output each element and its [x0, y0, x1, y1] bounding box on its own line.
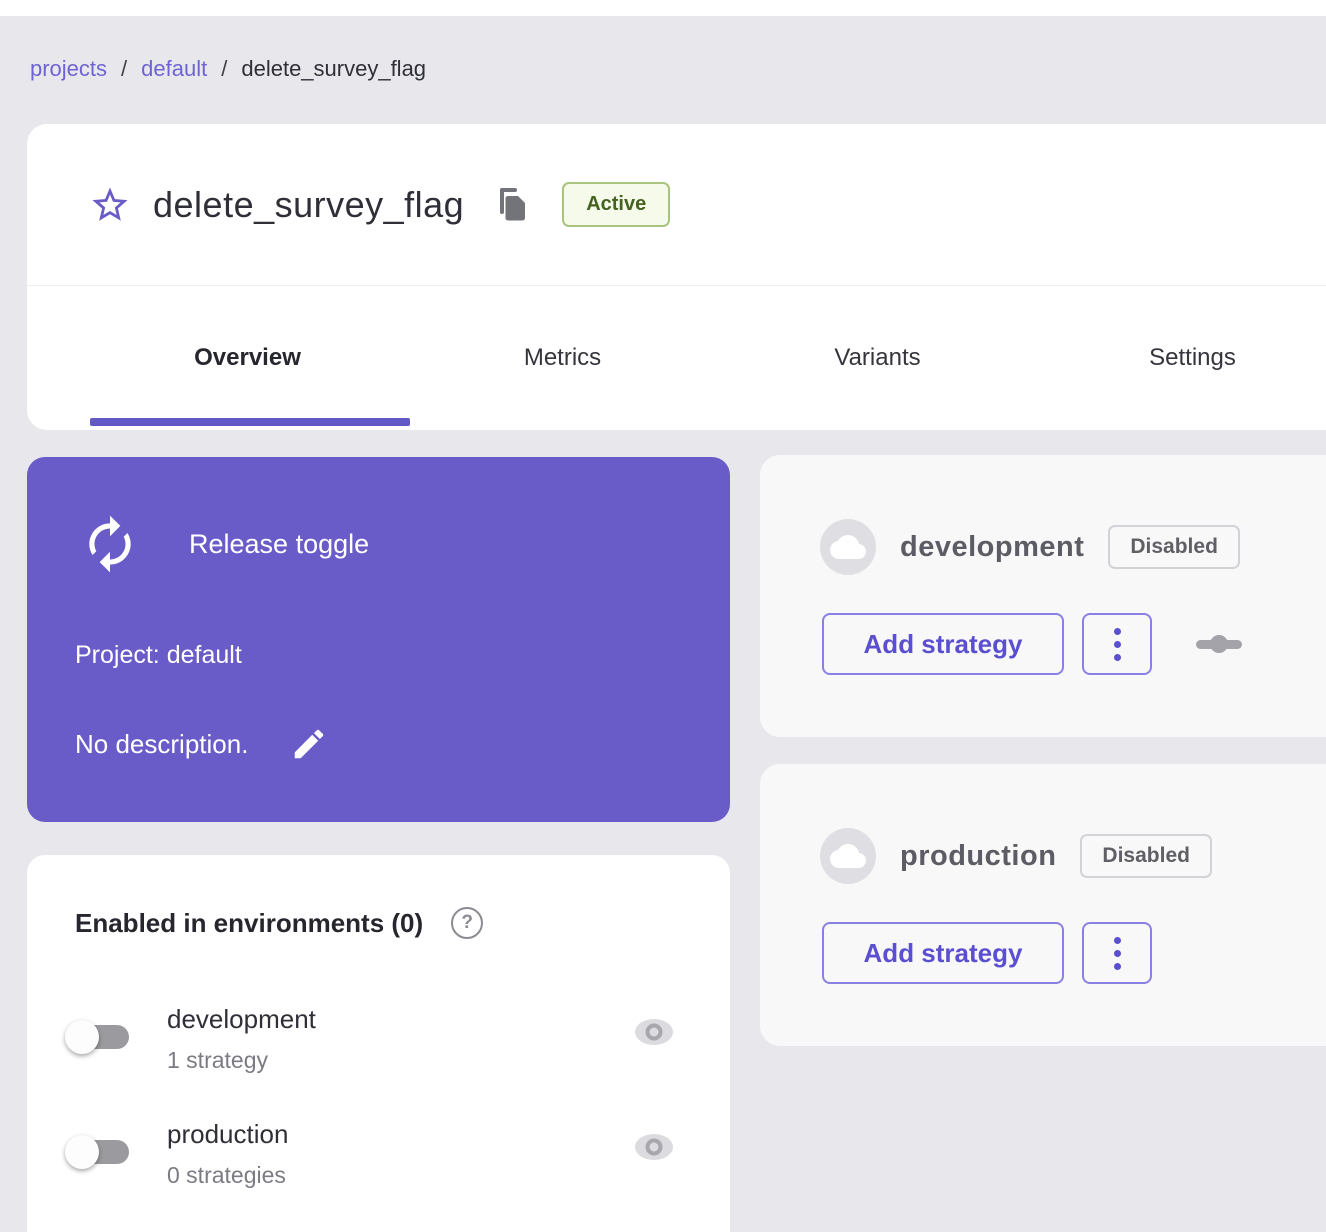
environment-card-actions: Add strategy [822, 922, 1152, 984]
tab-settings[interactable]: Settings [1035, 286, 1326, 430]
environment-strategy-count: 0 strategies [167, 1161, 730, 1189]
flag-title-row: delete_survey_flag Active [27, 124, 1326, 285]
environment-strategy-count: 1 strategy [167, 1046, 730, 1074]
kebab-dot [1114, 654, 1121, 661]
page-title: delete_survey_flag [153, 184, 464, 226]
kebab-dot [1114, 641, 1121, 648]
pencil-edit-icon[interactable] [290, 725, 328, 763]
tab-bar: Overview Metrics Variants Settings [27, 286, 1326, 430]
breadcrumb-current-page: delete_survey_flag [241, 56, 426, 82]
environment-card-name: development [900, 531, 1084, 564]
tab-metrics[interactable]: Metrics [405, 286, 720, 430]
cloud-icon [820, 828, 876, 884]
enabled-environments-title: Enabled in environments (0) [75, 908, 423, 939]
copy-icon[interactable] [496, 187, 528, 223]
release-toggle-card: Release toggle Project: default No descr… [27, 457, 730, 822]
environment-card-development: development Disabled Add strategy [760, 455, 1326, 737]
environment-card-name: production [900, 840, 1056, 873]
kebab-dot [1114, 937, 1121, 944]
eye-visibility-icon[interactable] [633, 1017, 675, 1047]
help-circle-icon[interactable]: ? [451, 907, 483, 939]
environment-card-production: production Disabled Add strategy [760, 764, 1326, 1046]
flag-header-card: delete_survey_flag Active Overview Metri… [27, 124, 1326, 430]
development-toggle-switch[interactable] [65, 1013, 137, 1061]
environment-card-header: production Disabled [820, 828, 1212, 884]
production-toggle-switch[interactable] [65, 1128, 137, 1176]
kebab-menu-icon[interactable] [1082, 922, 1152, 984]
toggle-knob [65, 1135, 99, 1169]
favorite-star-icon[interactable] [89, 184, 131, 226]
refresh-cycle-icon [79, 513, 141, 575]
breadcrumb-separator: / [221, 56, 227, 82]
environment-row-production: production 0 strategies [27, 1119, 730, 1189]
project-label: Project: default [75, 641, 242, 670]
environment-status-badge: Disabled [1080, 834, 1212, 878]
tab-variants[interactable]: Variants [720, 286, 1035, 430]
cloud-icon [820, 519, 876, 575]
kebab-dot [1114, 950, 1121, 957]
flag-type-label: Release toggle [189, 529, 369, 560]
slider-knob [1210, 635, 1228, 653]
add-strategy-button[interactable]: Add strategy [822, 922, 1064, 984]
environment-card-header: development Disabled [820, 519, 1240, 575]
environment-card-actions: Add strategy [822, 613, 1242, 675]
enabled-environments-header: Enabled in environments (0) ? [75, 907, 483, 939]
description-text: No description. [75, 729, 248, 760]
release-card-header: Release toggle [79, 513, 369, 575]
enabled-environments-panel: Enabled in environments (0) ? developmen… [27, 855, 730, 1232]
top-header-strip [0, 0, 1326, 16]
environment-status-badge: Disabled [1108, 525, 1240, 569]
eye-visibility-icon[interactable] [633, 1132, 675, 1162]
add-strategy-button[interactable]: Add strategy [822, 613, 1064, 675]
breadcrumb-separator: / [121, 56, 127, 82]
breadcrumb-projects-link[interactable]: projects [30, 56, 107, 82]
kebab-dot [1114, 628, 1121, 635]
kebab-menu-icon[interactable] [1082, 613, 1152, 675]
description-row: No description. [75, 725, 328, 763]
environment-row-development: development 1 strategy [27, 1004, 730, 1074]
breadcrumb: projects / default / delete_survey_flag [30, 56, 426, 82]
kebab-dot [1114, 963, 1121, 970]
active-tab-indicator [90, 418, 410, 426]
toggle-knob [65, 1020, 99, 1054]
tab-overview[interactable]: Overview [90, 286, 405, 430]
slider-icon[interactable] [1196, 621, 1242, 667]
unleash-feature-flag-page: projects / default / delete_survey_flag … [0, 0, 1326, 1232]
breadcrumb-default-link[interactable]: default [141, 56, 207, 82]
status-badge: Active [562, 182, 670, 227]
